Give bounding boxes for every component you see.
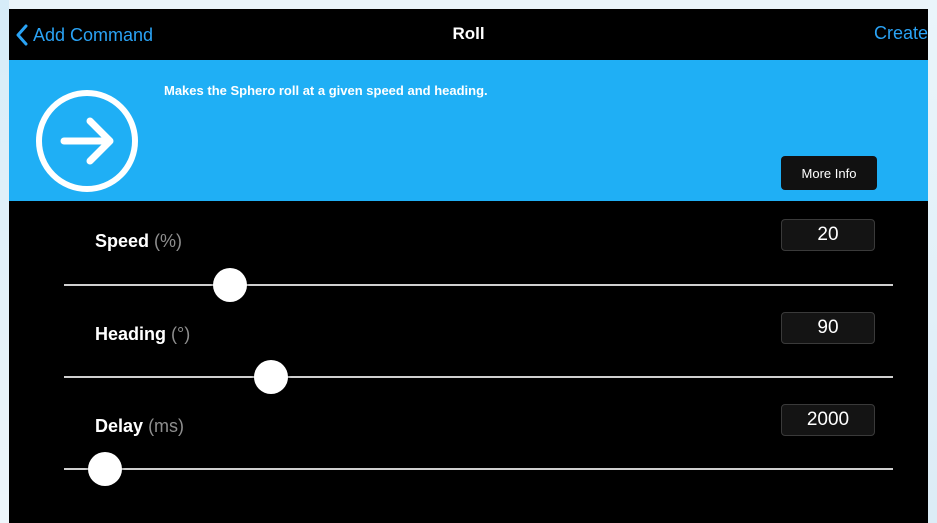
heading-label: Heading (°) xyxy=(95,324,190,345)
delay-slider-track[interactable] xyxy=(64,468,893,470)
page-title: Roll xyxy=(452,24,485,43)
background-left xyxy=(0,0,9,523)
create-button[interactable]: Create xyxy=(874,23,928,44)
arrow-right-circle-icon xyxy=(36,90,138,192)
command-description: Makes the Sphero roll at a given speed a… xyxy=(164,83,488,98)
speed-slider-thumb[interactable] xyxy=(212,268,247,302)
delay-unit: (ms) xyxy=(148,416,185,436)
heading-slider-thumb[interactable] xyxy=(254,360,289,394)
background-top xyxy=(0,0,937,9)
delay-value-field[interactable]: 2000 xyxy=(781,404,875,436)
command-info-banner: Makes the Sphero roll at a given speed a… xyxy=(9,60,928,201)
heading-label-text: Heading xyxy=(95,324,167,344)
speed-label-text: Speed xyxy=(95,231,150,251)
speed-slider-track[interactable] xyxy=(64,284,893,286)
speed-label: Speed (%) xyxy=(95,231,182,252)
speed-value-field[interactable]: 20 xyxy=(781,219,875,251)
background-right xyxy=(928,0,937,523)
navigation-bar: Add Command Roll Create xyxy=(9,9,928,60)
app-screen: Add Command Roll Create Makes the Sphero… xyxy=(9,9,928,523)
more-info-button[interactable]: More Info xyxy=(781,156,877,190)
delay-label-text: Delay xyxy=(95,416,144,436)
delay-slider-thumb[interactable] xyxy=(88,452,123,486)
heading-slider-track[interactable] xyxy=(64,376,893,378)
heading-value-field[interactable]: 90 xyxy=(781,312,875,344)
heading-unit: (°) xyxy=(171,324,191,344)
speed-unit: (%) xyxy=(154,231,183,251)
delay-label: Delay (ms) xyxy=(95,416,184,437)
